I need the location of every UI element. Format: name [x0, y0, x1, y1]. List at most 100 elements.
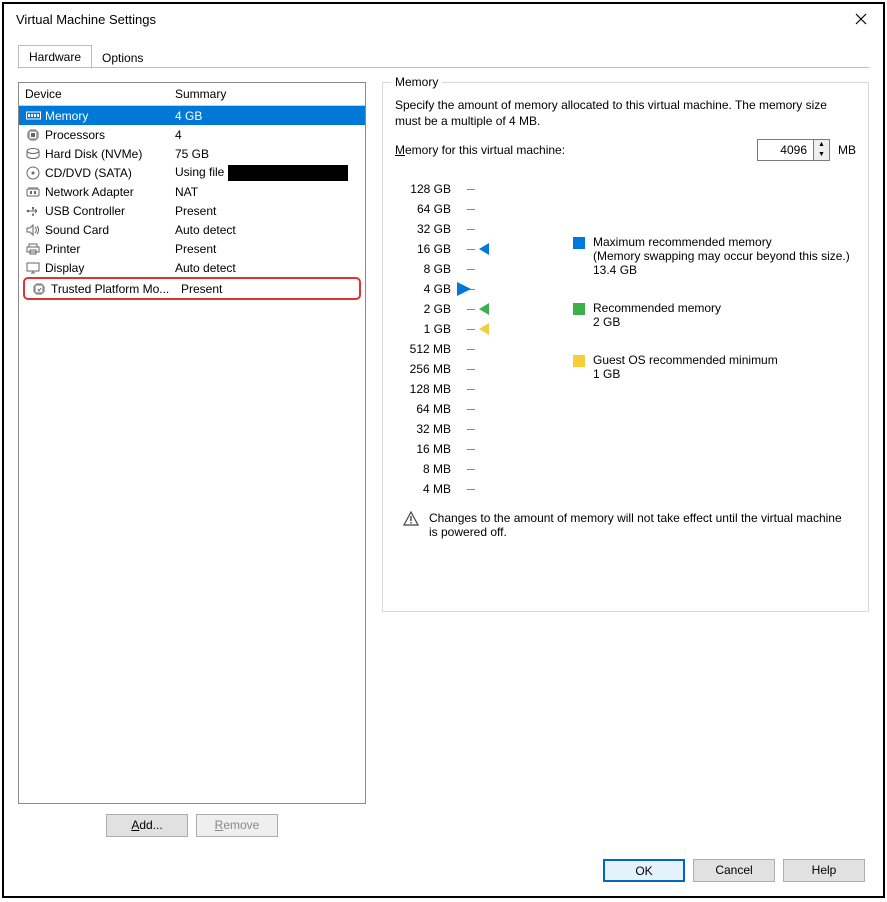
close-button[interactable] — [847, 9, 875, 29]
memory-pane: Memory Specify the amount of memory allo… — [380, 82, 869, 837]
memory-unit: MB — [838, 143, 856, 157]
memory-group-title: Memory — [391, 75, 442, 89]
remove-button: Remove — [196, 814, 278, 837]
memory-icon — [25, 108, 41, 123]
device-row-network[interactable]: Network Adapter NAT — [19, 182, 365, 201]
close-icon — [855, 13, 867, 25]
tpm-icon — [31, 281, 47, 296]
legend-swatch-yellow — [573, 355, 585, 367]
vm-settings-window: Virtual Machine Settings Hardware Option… — [2, 2, 885, 898]
help-button[interactable]: Help — [783, 859, 865, 882]
memory-slider-thumb[interactable] — [457, 282, 471, 296]
memory-legend: Maximum recommended memory (Memory swapp… — [573, 179, 850, 499]
recommended-memory-marker — [479, 303, 489, 315]
scale-label: 512 MB — [395, 339, 451, 359]
memory-control-row: Memory for this virtual machine: ▲ ▼ MB — [395, 139, 856, 161]
device-summary: Auto detect — [175, 261, 359, 275]
scale-label: 64 MB — [395, 399, 451, 419]
device-list-body: Memory 4 GB Processors 4 — [19, 106, 365, 803]
tab-hardware[interactable]: Hardware — [18, 45, 92, 69]
scale-label: 64 GB — [395, 199, 451, 219]
scale-label: 8 MB — [395, 459, 451, 479]
usb-icon — [25, 203, 41, 218]
header-summary[interactable]: Summary — [175, 87, 359, 101]
device-list[interactable]: Device Summary Memory 4 GB — [18, 82, 366, 804]
min-memory-marker — [479, 323, 489, 335]
device-summary: Present — [181, 282, 353, 296]
device-label: Sound Card — [45, 223, 175, 237]
legend-min-value: 1 GB — [593, 367, 778, 381]
memory-input[interactable] — [758, 140, 813, 160]
add-button[interactable]: Add... — [106, 814, 188, 837]
device-summary: NAT — [175, 185, 359, 199]
device-label: Processors — [45, 128, 175, 142]
printer-icon — [25, 241, 41, 256]
memory-description: Specify the amount of memory allocated t… — [395, 97, 856, 129]
spin-down-icon[interactable]: ▼ — [814, 150, 829, 160]
scale-label: 128 MB — [395, 379, 451, 399]
tpm-highlight-box: Trusted Platform Mo... Present — [23, 277, 361, 300]
tab-underline — [18, 67, 869, 68]
harddisk-icon — [25, 146, 41, 161]
memory-ruler: 128 GB 64 GB 32 GB 16 GB 8 GB 4 GB 2 GB … — [395, 175, 856, 499]
scale-label: 2 GB — [395, 299, 451, 319]
memory-note-text: Changes to the amount of memory will not… — [429, 511, 848, 539]
spinner-buttons[interactable]: ▲ ▼ — [813, 140, 829, 160]
device-summary: 4 GB — [175, 109, 359, 123]
device-label: Network Adapter — [45, 185, 175, 199]
network-icon — [25, 184, 41, 199]
scale-label: 16 GB — [395, 239, 451, 259]
device-row-printer[interactable]: Printer Present — [19, 239, 365, 258]
memory-spinner[interactable]: ▲ ▼ — [757, 139, 830, 161]
scale-label: 32 GB — [395, 219, 451, 239]
device-label: Printer — [45, 242, 175, 256]
titlebar: Virtual Machine Settings — [4, 4, 883, 34]
device-label: Display — [45, 261, 175, 275]
scale-label: 128 GB — [395, 179, 451, 199]
scale-label: 8 GB — [395, 259, 451, 279]
scale-label: 16 MB — [395, 439, 451, 459]
device-label: Hard Disk (NVMe) — [45, 147, 175, 161]
header-device[interactable]: Device — [25, 87, 175, 101]
legend-max: Maximum recommended memory (Memory swapp… — [573, 235, 850, 277]
cancel-button[interactable]: Cancel — [693, 859, 775, 882]
body-area: Device Summary Memory 4 GB — [4, 68, 883, 851]
ruler-labels: 128 GB 64 GB 32 GB 16 GB 8 GB 4 GB 2 GB … — [395, 179, 451, 499]
cddvd-icon — [25, 165, 41, 180]
legend-rec-title: Recommended memory — [593, 301, 721, 315]
device-row-processors[interactable]: Processors 4 — [19, 125, 365, 144]
device-row-memory[interactable]: Memory 4 GB — [19, 106, 365, 125]
scale-label: 4 GB — [395, 279, 451, 299]
device-row-sound[interactable]: Sound Card Auto detect — [19, 220, 365, 239]
processor-icon — [25, 127, 41, 142]
memory-label: Memory for this virtual machine: — [395, 143, 565, 157]
device-row-tpm[interactable]: Trusted Platform Mo... Present — [25, 279, 359, 298]
window-title: Virtual Machine Settings — [16, 12, 156, 27]
device-label: CD/DVD (SATA) — [45, 166, 175, 180]
device-list-header: Device Summary — [19, 83, 365, 106]
ok-button[interactable]: OK — [603, 859, 685, 882]
device-label: USB Controller — [45, 204, 175, 218]
legend-max-note: (Memory swapping may occur beyond this s… — [593, 249, 850, 263]
warning-icon — [403, 511, 419, 527]
legend-max-title: Maximum recommended memory — [593, 235, 850, 249]
scale-label: 1 GB — [395, 319, 451, 339]
redacted-filepath — [228, 165, 348, 181]
device-row-usb[interactable]: USB Controller Present — [19, 201, 365, 220]
device-summary: Auto detect — [175, 223, 359, 237]
device-summary: Present — [175, 204, 359, 218]
device-buttons: Add... Remove — [18, 810, 366, 837]
tab-options[interactable]: Options — [92, 47, 153, 69]
scale-label: 32 MB — [395, 419, 451, 439]
device-row-cddvd[interactable]: CD/DVD (SATA) Using file — [19, 163, 365, 182]
tab-row: Hardware Options — [4, 34, 883, 68]
display-icon — [25, 260, 41, 275]
spin-up-icon[interactable]: ▲ — [814, 140, 829, 150]
device-row-display[interactable]: Display Auto detect — [19, 258, 365, 277]
memory-slider[interactable] — [459, 179, 475, 499]
device-summary: Using file — [175, 165, 359, 181]
sound-icon — [25, 222, 41, 237]
dialog-footer: OK Cancel Help — [4, 851, 883, 896]
device-row-hdd[interactable]: Hard Disk (NVMe) 75 GB — [19, 144, 365, 163]
device-summary: 4 — [175, 128, 359, 142]
